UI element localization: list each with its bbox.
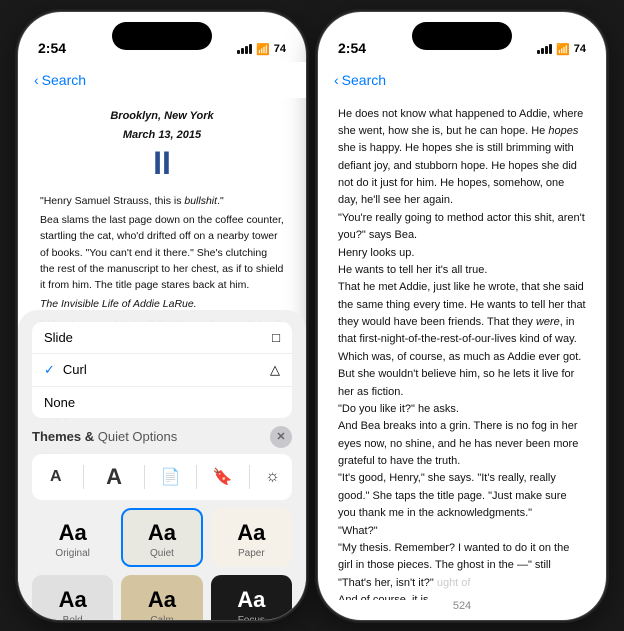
dynamic-island (112, 22, 212, 50)
separator3 (196, 465, 197, 489)
transition-options-list: Slide □ ✓ Curl △ None (32, 322, 292, 418)
nav-bar-right: ‹ Search (318, 62, 606, 98)
theme-focus-label: Focus (238, 615, 265, 620)
left-screen: 2:54 📶 74 ‹ Search (18, 12, 306, 620)
curl-option[interactable]: ✓ Curl △ (32, 354, 292, 387)
right-para-5: That he met Addie, just like he wrote, t… (338, 279, 586, 366)
curl-icon: △ (270, 362, 280, 378)
right-para-11: "My thesis. Remember? I wanted to do it … (338, 540, 586, 592)
font-controls: A A 📄 🔖 ☼ (32, 454, 292, 500)
theme-bold[interactable]: Aa Bold (32, 575, 113, 620)
book-para-2: Bea slams the last page down on the coff… (40, 212, 284, 293)
theme-focus-aa: Aa (237, 587, 265, 613)
dynamic-island-right (412, 22, 512, 50)
bookmark-icon: 🔖 (213, 467, 233, 487)
chevron-left-icon: ‹ (34, 72, 39, 88)
right-para-2: "You're really going to method actor thi… (338, 210, 586, 245)
close-panel-button[interactable]: ✕ (270, 426, 292, 448)
themes-label: Themes & Quiet Options (32, 429, 177, 444)
right-phone: 2:54 📶 74 ‹ Search (317, 11, 607, 621)
right-para-1: He does not know what happened to Addie,… (338, 106, 586, 210)
none-option[interactable]: None (32, 387, 292, 418)
right-para-7: "Do you like it?" he asks. (338, 401, 586, 418)
reading-options-panel: Slide □ ✓ Curl △ None Themes & Quiet Opt… (18, 310, 306, 620)
font-increase-button[interactable]: A (100, 462, 128, 492)
wifi-icon-right: 📶 (556, 43, 570, 56)
theme-focus[interactable]: Aa Focus (211, 575, 292, 620)
check-icon: ✓ (44, 362, 55, 378)
theme-quiet-aa: Aa (148, 520, 176, 546)
theme-paper-label: Paper (238, 548, 265, 559)
chevron-left-icon-right: ‹ (334, 72, 339, 88)
book-para-1: "Henry Samuel Strauss, this is bullshit.… (40, 193, 284, 209)
theme-quiet-label: Quiet (150, 548, 174, 559)
theme-original-label: Original (55, 548, 89, 559)
theme-original-aa: Aa (59, 520, 87, 546)
theme-bold-label: Bold (63, 615, 83, 620)
right-para-10: "What?" (338, 523, 586, 540)
time-right: 2:54 (338, 40, 366, 56)
right-para-6: But she wouldn't believe him, so he lets… (338, 366, 586, 401)
separator (83, 465, 84, 489)
theme-paper[interactable]: Aa Paper (211, 508, 292, 567)
theme-bold-aa: Aa (59, 587, 87, 613)
theme-original[interactable]: Aa Original (32, 508, 113, 567)
font-decrease-button[interactable]: A (44, 466, 68, 488)
signal-icon-right (537, 44, 552, 54)
slide-icon: □ (272, 330, 280, 345)
back-button-right[interactable]: ‹ Search (334, 72, 386, 88)
right-para-8: And Bea breaks into a grin. There is no … (338, 418, 586, 470)
book-content-right: He does not know what happened to Addie,… (318, 98, 606, 600)
page-number: 524 (453, 600, 471, 612)
location-text: Brooklyn, New York (40, 108, 284, 125)
chapter-header: Brooklyn, New York March 13, 2015 II (40, 108, 284, 181)
theme-calm[interactable]: Aa Calm (121, 575, 202, 620)
date-text: March 13, 2015 (40, 127, 284, 144)
themes-header: Themes & Quiet Options ✕ (32, 426, 292, 448)
theme-calm-aa: Aa (148, 587, 176, 613)
back-label-left: Search (42, 72, 86, 88)
signal-icon (237, 44, 252, 54)
theme-grid: Aa Original Aa Quiet Aa Paper Aa Bold (32, 508, 292, 620)
font-style-button[interactable]: 📄 (160, 467, 180, 487)
right-para-12: And of course, it is. (338, 592, 586, 600)
brightness-icon[interactable]: ☼ (265, 468, 280, 486)
theme-quiet[interactable]: Aa Quiet (121, 508, 202, 567)
nav-bar-left: ‹ Search (18, 62, 306, 98)
status-icons-left: 📶 74 (237, 43, 286, 56)
time-left: 2:54 (38, 40, 66, 56)
left-phone: 2:54 📶 74 ‹ Search (17, 11, 307, 621)
none-label: None (44, 395, 75, 410)
slide-label: Slide (44, 330, 73, 345)
right-para-4: He wants to tell her it's all true. (338, 262, 586, 279)
back-label-right: Search (342, 72, 386, 88)
right-para-3: Henry looks up. (338, 245, 586, 262)
curl-label: Curl (63, 362, 87, 377)
battery-left: 74 (274, 43, 286, 55)
slide-option[interactable]: Slide □ (32, 322, 292, 354)
back-button-left[interactable]: ‹ Search (34, 72, 86, 88)
theme-paper-aa: Aa (237, 520, 265, 546)
battery-right: 74 (574, 43, 586, 55)
separator4 (249, 465, 250, 489)
status-icons-right: 📶 74 (537, 43, 586, 56)
theme-calm-label: Calm (150, 615, 173, 620)
right-screen: 2:54 📶 74 ‹ Search (318, 12, 606, 620)
wifi-icon: 📶 (256, 43, 270, 56)
chapter-number: II (40, 146, 284, 181)
separator2 (144, 465, 145, 489)
right-para-9: "It's good, Henry," she says. "It's real… (338, 470, 586, 522)
